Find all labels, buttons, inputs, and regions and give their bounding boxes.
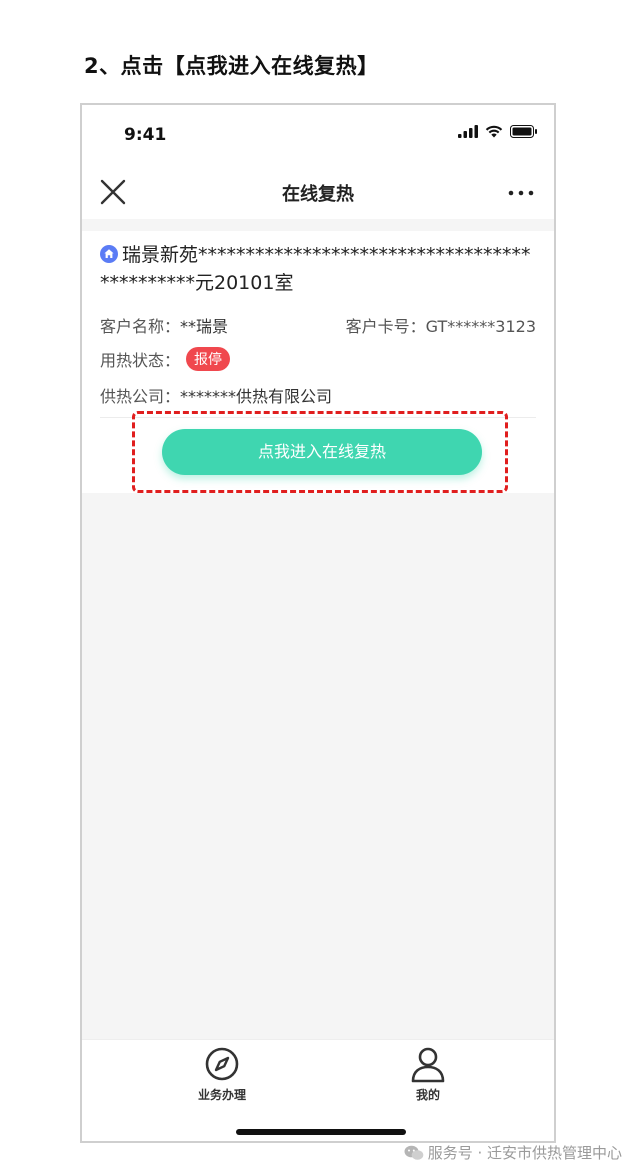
company-label: 供热公司： [100,387,181,406]
card-number-row: 客户卡号：GT******3123 [346,313,536,337]
account-card: 瑞景新苑************************************… [82,231,554,493]
status-badge: 报停 [186,347,231,371]
page-title: 在线复热 [282,184,354,205]
home-icon [100,245,118,263]
status-bar: 9:41 [82,105,554,167]
tab-bar: 业务办理 我的 [82,1039,554,1141]
card-number-value: GT******3123 [425,317,536,336]
tab-business[interactable]: 业务办理 [162,1044,282,1103]
cellular-signal-icon [458,125,478,138]
more-icon[interactable] [506,183,536,203]
home-indicator [236,1129,406,1135]
step-heading: 2、点击【点我进入在线复热】 [84,54,379,78]
address-line: 瑞景新苑************************************… [100,241,538,297]
tab-business-label: 业务办理 [197,1088,246,1102]
wifi-icon [485,125,503,138]
tab-mine-label: 我的 [415,1088,440,1102]
customer-name-label: 客户名称： [100,317,181,336]
card-number-label: 客户卡号： [345,317,426,336]
wechat-icon [404,1145,423,1160]
compass-icon [205,1047,239,1081]
customer-name-value: **瑞景 [180,317,229,336]
tab-mine[interactable]: 我的 [368,1044,488,1103]
company-value: *******供热有限公司 [180,387,333,406]
battery-icon [510,125,537,138]
address-text: 瑞景新苑************************************… [100,244,531,294]
person-icon [411,1047,445,1083]
phone-screen: 9:41 在线复热 瑞景新苑**************************… [80,103,556,1143]
enter-reheating-button[interactable]: 点我进入在线复热 [162,429,482,475]
nav-bar: 在线复热 [82,167,554,219]
watermark-text: 服务号 · 迁安市供热管理中心 [427,1144,622,1162]
company-row: 供热公司：*******供热有限公司 [100,383,536,407]
status-icons [458,125,538,138]
watermark: 服务号 · 迁安市供热管理中心 [404,1142,622,1163]
status-time: 9:41 [124,125,167,145]
heating-status-row: 用热状态： 报停 [100,347,536,371]
heating-status-label: 用热状态： [100,351,181,370]
